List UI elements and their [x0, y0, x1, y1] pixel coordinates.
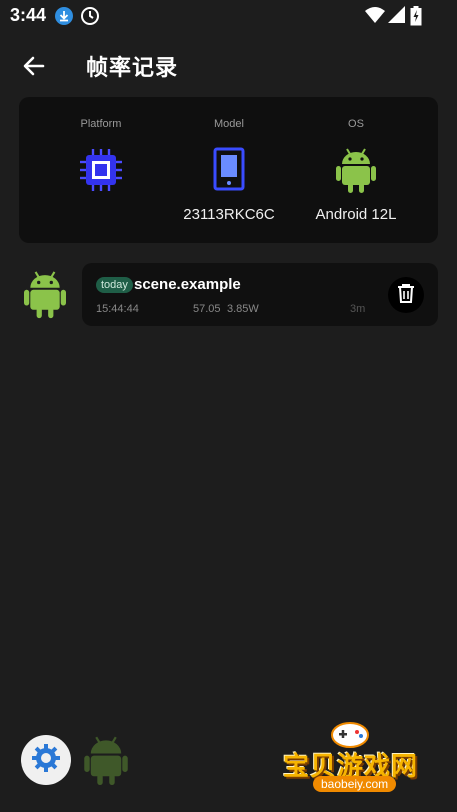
model-label: Model: [214, 118, 244, 130]
android-icon: [24, 268, 66, 325]
scene-name: scene.example: [134, 276, 241, 293]
arrow-left-icon[interactable]: [18, 50, 50, 82]
platform-column: Platform: [31, 97, 171, 243]
page-title: 帧率记录: [86, 55, 179, 80]
trash-icon: [397, 283, 415, 308]
today-badge: today: [96, 277, 133, 293]
record-card[interactable]: today scene.example 15:44:44 57.05 3.85W…: [82, 263, 438, 326]
record-time: 15:44:44: [96, 303, 139, 315]
status-time: 3:44: [10, 5, 47, 25]
settings-button[interactable]: [21, 735, 71, 785]
record-power: 3.85W: [227, 303, 259, 315]
signal-icon: [388, 6, 406, 29]
model-value: 23113RKC6C: [183, 206, 275, 223]
os-column: OS Android 12L: [286, 97, 426, 243]
platform-label: Platform: [80, 118, 122, 130]
app-bar: 帧率记录: [0, 40, 457, 90]
model-column: Model 23113RKC6C: [159, 97, 299, 243]
os-label: OS: [348, 118, 364, 130]
battery-icon: [410, 6, 422, 31]
record-duration: 3m: [350, 303, 366, 315]
android-icon[interactable]: [84, 735, 128, 790]
download-icon: [54, 6, 74, 31]
watermark-logo: 宝贝游戏网 baobeiy.com: [283, 720, 423, 800]
status-bar: 3:44: [0, 0, 457, 32]
android-icon: [336, 147, 376, 198]
watermark-url: baobeiy.com: [313, 776, 397, 792]
list-item[interactable]: today scene.example 15:44:44 57.05 3.85W…: [0, 262, 457, 328]
clock-icon: [80, 6, 100, 31]
delete-button[interactable]: [388, 277, 424, 313]
wifi-icon: [365, 6, 385, 29]
device-info-card: Platform Model 23113RKC6C OS Android 12L: [19, 97, 438, 243]
gear-icon: [31, 743, 61, 778]
record-fps: 57.05: [193, 303, 221, 315]
cpu-chip-icon: [78, 147, 124, 198]
phone-icon: [213, 147, 245, 196]
os-value: Android 12L: [315, 206, 397, 223]
